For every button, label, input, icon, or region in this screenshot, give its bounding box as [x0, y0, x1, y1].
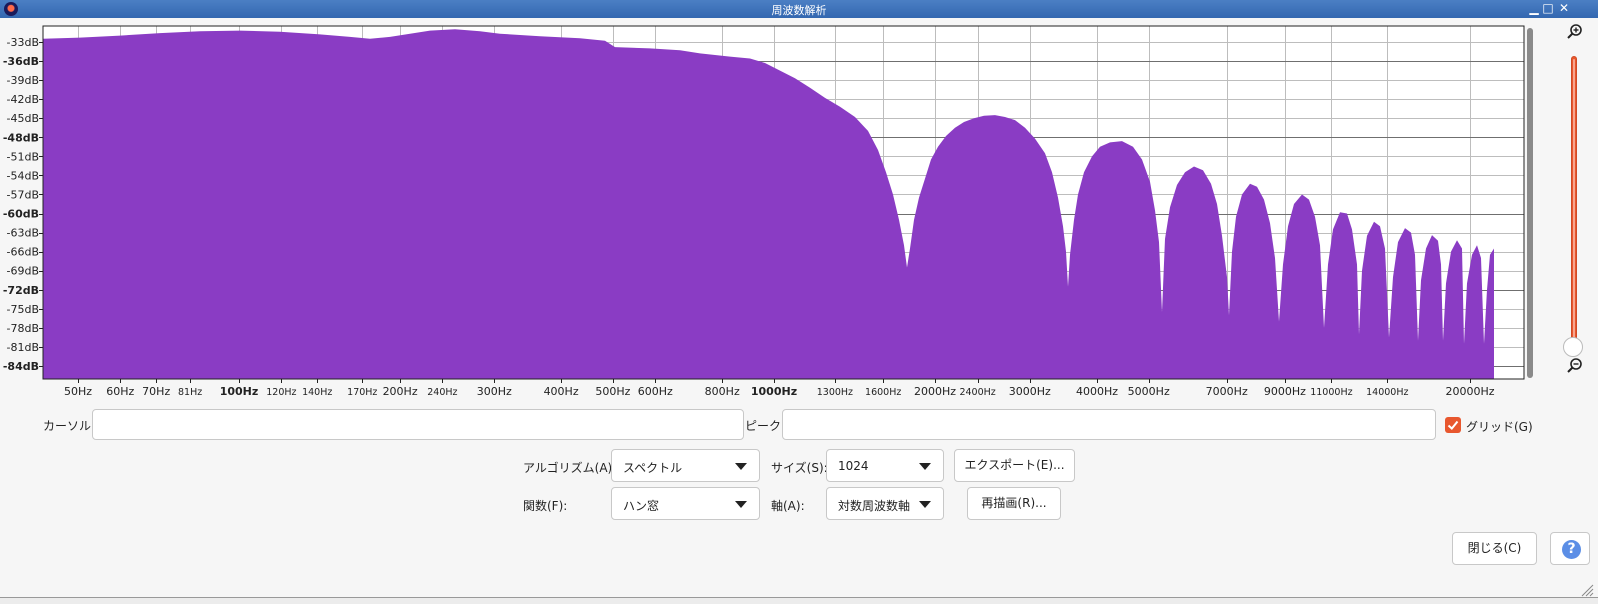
y-tick-label: -36dB — [3, 55, 39, 68]
help-button[interactable]: ? — [1550, 532, 1590, 565]
size-label: サイズ(S): — [771, 461, 828, 475]
close-button[interactable]: 閉じる(C) — [1452, 532, 1537, 565]
replot-button[interactable]: 再描画(R)... — [967, 487, 1061, 520]
y-tick-label: -54dB — [7, 169, 40, 182]
chevron-down-icon — [735, 463, 747, 470]
grid-label: グリッド(G) — [1466, 420, 1533, 434]
axis-label: 軸(A): — [771, 499, 805, 513]
y-tick-label: -66dB — [7, 246, 40, 259]
zoom-slider-handle[interactable] — [1563, 337, 1583, 357]
x-tick-label: 200Hz — [383, 385, 418, 398]
spectrum-plot[interactable]: -33dB -36dB -39dB -42dB -45dB -48dB -51dB -54dB… — [0, 0, 1598, 400]
size-select[interactable]: 1024 — [826, 449, 944, 482]
x-tick-label: 11000Hz — [1310, 387, 1352, 398]
algorithm-select[interactable]: スペクトル — [611, 449, 760, 482]
y-tick-label: -57dB — [7, 189, 40, 202]
zoom-slider[interactable] — [1571, 56, 1577, 346]
x-tick-label: 300Hz — [477, 385, 512, 398]
x-tick-label: 81Hz — [178, 387, 202, 398]
chevron-down-icon — [919, 501, 931, 508]
peak-field[interactable] — [782, 409, 1436, 440]
vertical-scrollbar[interactable] — [1527, 28, 1533, 378]
cursor-field[interactable] — [92, 409, 744, 440]
peak-label: ピーク: — [745, 419, 786, 433]
y-tick-label: -63dB — [7, 227, 40, 240]
y-tick-label: -39dB — [7, 74, 40, 87]
y-tick-label: -51dB — [7, 150, 40, 163]
x-tick-label: 1000Hz — [751, 385, 797, 398]
x-axis-labels: 50Hz 60Hz 70Hz 81Hz 100Hz 120Hz 140Hz 170Hz 200H… — [64, 379, 1495, 398]
scrollbar-thumb[interactable] — [1527, 28, 1533, 378]
x-tick-label: 240Hz — [427, 387, 457, 398]
checkmark-icon — [1447, 420, 1459, 430]
x-tick-label: 2400Hz — [959, 387, 995, 398]
y-tick-label: -69dB — [7, 265, 40, 278]
x-tick-label: 14000Hz — [1366, 387, 1408, 398]
chevron-down-icon — [735, 501, 747, 508]
x-tick-label: 500Hz — [595, 385, 630, 398]
y-tick-label: -75dB — [7, 303, 40, 316]
x-tick-label: 50Hz — [64, 385, 92, 398]
axis-value: 対数周波数軸 — [838, 499, 911, 513]
y-tick-label: -72dB — [3, 284, 39, 297]
x-tick-label: 4000Hz — [1076, 385, 1118, 398]
size-value: 1024 — [838, 459, 869, 473]
x-tick-label: 3000Hz — [1009, 385, 1051, 398]
y-axis-labels: -33dB -36dB -39dB -42dB -45dB -48dB -51dB -54dB… — [3, 36, 43, 373]
export-button[interactable]: エクスポート(E)... — [954, 449, 1075, 482]
x-tick-label: 70Hz — [142, 385, 170, 398]
function-label: 関数(F): — [523, 499, 568, 513]
x-tick-label: 400Hz — [544, 385, 579, 398]
y-tick-label: -78dB — [7, 322, 40, 335]
zoom-in-icon[interactable] — [1566, 23, 1584, 41]
y-tick-label: -45dB — [7, 112, 40, 125]
x-tick-label: 7000Hz — [1206, 385, 1248, 398]
grid-checkbox[interactable] — [1445, 417, 1461, 433]
chevron-down-icon — [919, 463, 931, 470]
x-tick-label: 60Hz — [106, 385, 134, 398]
x-tick-label: 5000Hz — [1128, 385, 1170, 398]
algorithm-label: アルゴリズム(A): — [523, 461, 617, 475]
help-icon: ? — [1562, 540, 1581, 559]
function-select[interactable]: ハン窓 — [611, 487, 760, 520]
y-tick-label: -33dB — [7, 36, 40, 49]
function-value: ハン窓 — [623, 499, 660, 513]
y-tick-label: -60dB — [3, 208, 39, 221]
x-tick-label: 140Hz — [302, 387, 332, 398]
x-tick-label: 20000Hz — [1445, 385, 1494, 398]
resize-grip-icon[interactable] — [1580, 583, 1594, 597]
x-tick-label: 800Hz — [705, 385, 740, 398]
x-tick-label: 600Hz — [638, 385, 673, 398]
x-tick-label: 2000Hz — [914, 385, 956, 398]
x-tick-label: 1300Hz — [817, 387, 853, 398]
axis-select[interactable]: 対数周波数軸 — [826, 487, 944, 520]
cursor-label: カーソル: — [43, 419, 96, 433]
zoom-out-icon[interactable] — [1566, 357, 1584, 375]
y-tick-label: -42dB — [7, 93, 40, 106]
y-tick-label: -81dB — [7, 341, 40, 354]
x-tick-label: 9000Hz — [1264, 385, 1306, 398]
algorithm-value: スペクトル — [623, 461, 683, 475]
x-tick-label: 100Hz — [220, 385, 259, 398]
x-tick-label: 170Hz — [347, 387, 377, 398]
y-tick-label: -84dB — [3, 360, 39, 373]
x-tick-label: 120Hz — [266, 387, 296, 398]
y-tick-label: -48dB — [3, 131, 39, 144]
x-tick-label: 1600Hz — [865, 387, 901, 398]
